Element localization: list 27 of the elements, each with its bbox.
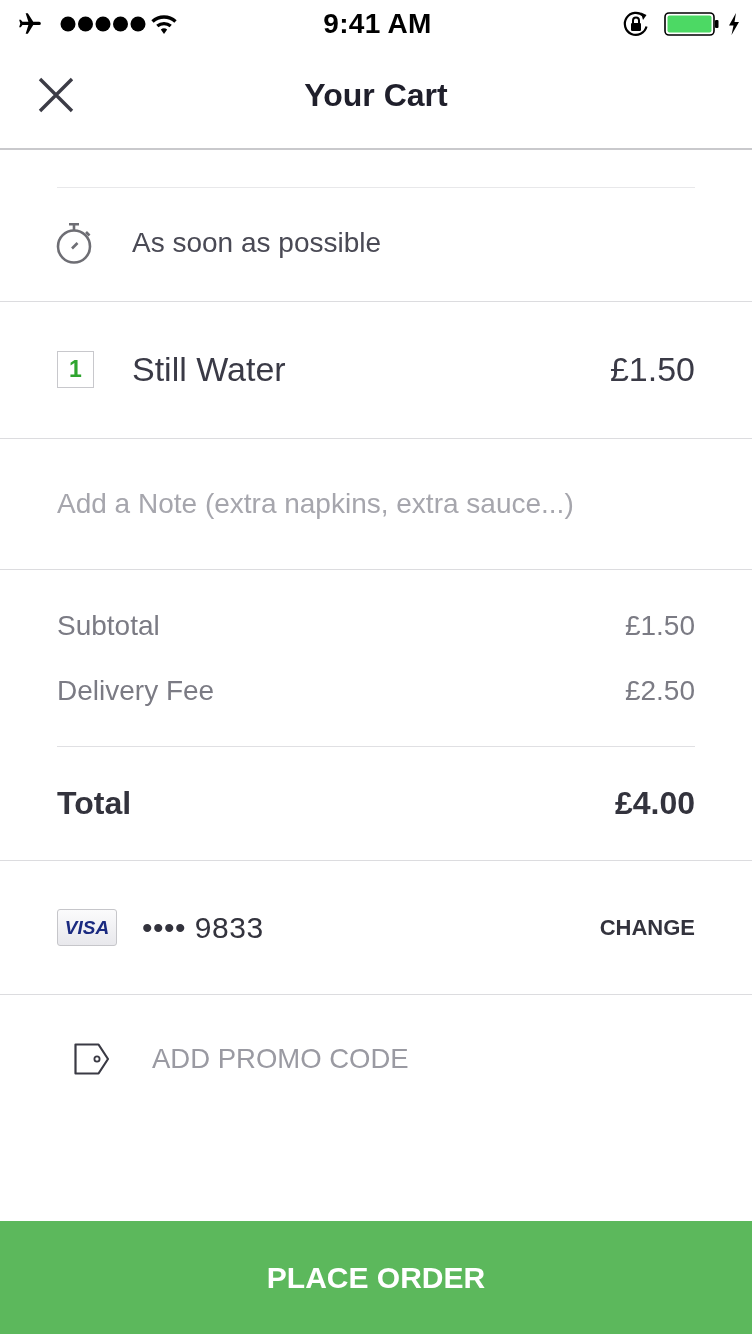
change-payment-button[interactable]: CHANGE <box>599 914 695 941</box>
wifi-icon <box>150 13 178 35</box>
tag-icon <box>74 1043 110 1075</box>
item-quantity: 1 <box>57 350 94 388</box>
card-number: •••• 9833 <box>142 910 265 945</box>
rotation-lock-icon <box>622 10 650 38</box>
summary-label: Delivery Fee <box>57 674 215 707</box>
charging-bolt-icon <box>728 13 740 35</box>
item-name: Still Water <box>132 349 287 389</box>
add-promo-code-button[interactable]: ADD PROMO CODE <box>74 1043 409 1075</box>
close-button[interactable] <box>38 77 74 113</box>
summary-amount: £2.50 <box>624 674 695 707</box>
delivery-time-text: As soon as possible <box>132 226 382 259</box>
status-time: 9:41 AM <box>323 8 432 40</box>
cart-title: Your Cart <box>304 76 448 114</box>
summary-label: Subtotal <box>57 609 160 642</box>
note-input[interactable]: Add a Note (extra napkins, extra sauce...) <box>57 481 695 527</box>
item-price: £1.50 <box>609 349 695 389</box>
card-logo: VISA <box>57 909 117 946</box>
place-order-button[interactable]: PLACE ORDER <box>0 1221 752 1334</box>
total-amount: £4.00 <box>614 785 695 822</box>
close-icon <box>38 77 74 113</box>
summary-amount: £1.50 <box>624 609 695 642</box>
stopwatch-icon <box>55 221 93 264</box>
battery-icon <box>664 12 720 36</box>
signal-strength-icon <box>60 16 146 32</box>
total-label: Total <box>57 785 132 822</box>
